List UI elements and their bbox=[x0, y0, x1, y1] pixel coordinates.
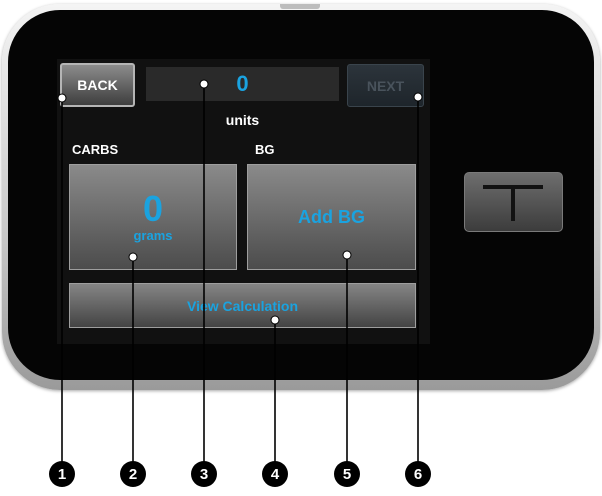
carbs-label: CARBS bbox=[72, 142, 119, 157]
units-display: 0 bbox=[146, 67, 339, 101]
t-logo-icon[interactable] bbox=[464, 172, 563, 232]
t-glyph-stem bbox=[511, 185, 515, 221]
next-button[interactable]: NEXT bbox=[347, 64, 424, 107]
callout-badge-6: 6 bbox=[405, 461, 431, 487]
units-label: units bbox=[225, 112, 260, 128]
pump-device: BACK 0 NEXT units CARBS BG 0 grams Add B… bbox=[2, 4, 600, 390]
view-calculation-button[interactable]: View Calculation bbox=[69, 283, 416, 328]
carbs-value: 0 bbox=[142, 187, 164, 229]
add-bg-button[interactable]: Add BG bbox=[247, 164, 416, 270]
add-bg-label: Add BG bbox=[298, 206, 365, 227]
top-button bbox=[280, 4, 320, 9]
callout-badge-3: 3 bbox=[191, 461, 217, 487]
callout-badge-4: 4 bbox=[262, 461, 288, 487]
callout-badge-2: 2 bbox=[120, 461, 146, 487]
back-button[interactable]: BACK bbox=[60, 63, 135, 107]
view-calculation-label: View Calculation bbox=[187, 297, 298, 314]
touch-screen: BACK 0 NEXT units CARBS BG 0 grams Add B… bbox=[57, 59, 430, 344]
bg-label: BG bbox=[255, 142, 275, 157]
carbs-unit: grams bbox=[133, 227, 173, 243]
carbs-button[interactable]: 0 grams bbox=[69, 164, 237, 270]
callout-badge-5: 5 bbox=[334, 461, 360, 487]
callout-badge-1: 1 bbox=[49, 461, 75, 487]
